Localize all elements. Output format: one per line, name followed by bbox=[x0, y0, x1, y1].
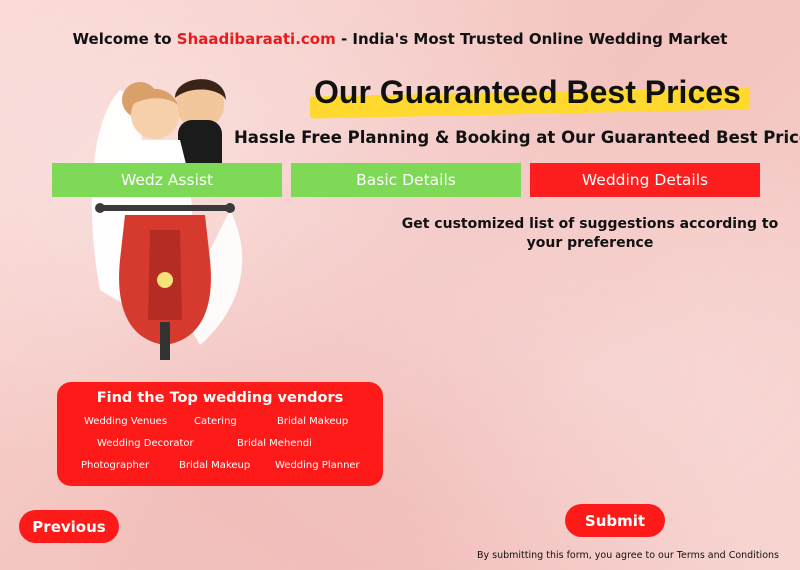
vendor-link-wedding-planner[interactable]: Wedding Planner bbox=[275, 460, 360, 471]
vendor-link-wedding-decorator[interactable]: Wedding Decorator bbox=[97, 438, 194, 449]
terms-notice: By submitting this form, you agree to ou… bbox=[477, 550, 779, 561]
couple-on-scooter-icon bbox=[91, 79, 243, 360]
vendor-link-photographer[interactable]: Photographer bbox=[81, 460, 149, 471]
vendor-link-bridal-mehendi[interactable]: Bridal Mehendi bbox=[237, 438, 312, 449]
tab-basic-details[interactable]: Basic Details bbox=[291, 163, 521, 197]
vendor-link-wedding-venues[interactable]: Wedding Venues bbox=[84, 416, 167, 427]
vendors-panel: Find the Top wedding vendors Wedding Ven… bbox=[57, 382, 383, 486]
page-subtitle: Hassle Free Planning & Booking at Our Gu… bbox=[234, 128, 800, 147]
step-description: Get customized list of suggestions accor… bbox=[401, 216, 779, 251]
vendor-link-catering[interactable]: Catering bbox=[194, 416, 237, 427]
welcome-banner: Welcome to Shaadibaraati.com - India's M… bbox=[0, 30, 800, 48]
welcome-prefix: Welcome to bbox=[72, 30, 177, 48]
welcome-suffix: - India's Most Trusted Online Wedding Ma… bbox=[335, 30, 728, 48]
vendor-link-bridal-makeup[interactable]: Bridal Makeup bbox=[277, 416, 348, 427]
headline-block: Our Guaranteed Best Prices bbox=[309, 72, 755, 119]
tab-wedding-details[interactable]: Wedding Details bbox=[530, 163, 760, 197]
vendor-link-bridal-makeup-2[interactable]: Bridal Makeup bbox=[179, 460, 250, 471]
brand-link[interactable]: Shaadibaraati.com bbox=[177, 30, 336, 48]
submit-button[interactable]: Submit bbox=[565, 504, 665, 537]
vendors-title: Find the Top wedding vendors bbox=[96, 390, 344, 406]
tab-wedz-assist[interactable]: Wedz Assist bbox=[52, 163, 282, 197]
page-title: Our Guaranteed Best Prices bbox=[314, 74, 741, 110]
previous-button[interactable]: Previous bbox=[19, 510, 119, 543]
